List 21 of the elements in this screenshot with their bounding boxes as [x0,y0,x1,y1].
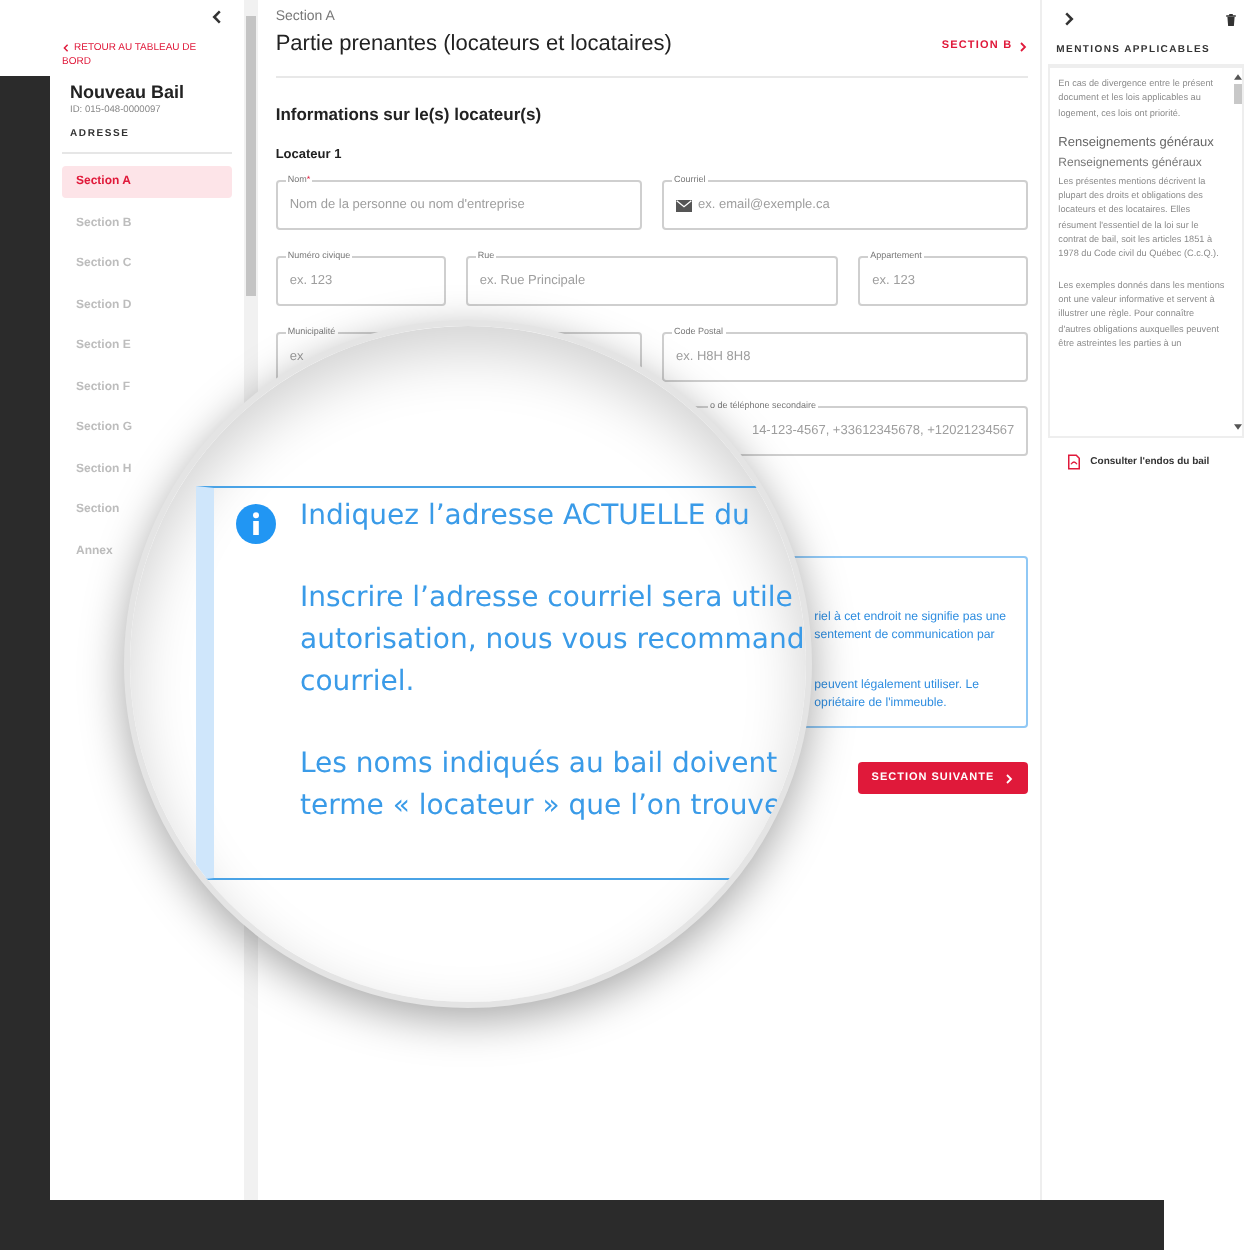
delete-button[interactable] [1224,10,1238,28]
chevron-left-icon [62,43,70,52]
scrollbar-thumb[interactable] [1233,84,1241,104]
chevron-right-icon [1018,41,1029,51]
mail-icon [676,199,692,211]
chevron-right-icon [1062,12,1077,26]
scrollbar-thumb[interactable] [245,16,256,296]
trash-icon [1226,13,1236,25]
scroll-down-icon [1233,424,1241,430]
info-icon [236,504,276,544]
callout-text: Inscrire l’adresse courriel sera utile autorisation, nous vous recommand courriel. [300,580,805,702]
collapse-button[interactable] [207,8,226,26]
chevron-left-icon [209,10,224,24]
scroll-up-icon [1233,74,1241,80]
form-heading: Informations sur le(s) locateur(s) [275,104,544,124]
chevron-right-icon [1004,773,1015,783]
callout-text: Indiquez l’adresse ACTUELLE du [300,498,752,536]
page-title: Partie prenantes (locateurs et locataires) [275,32,672,56]
expand-button[interactable] [1060,10,1079,28]
document-icon [1068,454,1081,470]
lease-title: Nouveau Bail [70,82,187,102]
